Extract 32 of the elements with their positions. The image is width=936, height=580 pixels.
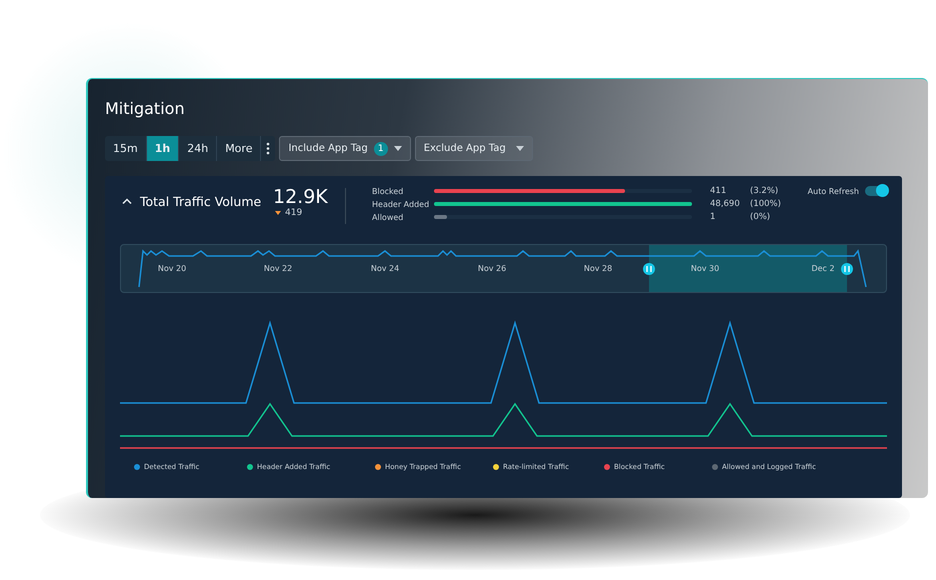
auto-refresh-toggle[interactable]	[865, 186, 887, 196]
metric-share: (3.2%)	[750, 186, 780, 196]
date-label: Dec 2	[811, 264, 835, 273]
collapse-icon[interactable]	[122, 198, 132, 204]
date-label: Nov 24	[370, 264, 400, 273]
date-label: Nov 30	[690, 264, 720, 273]
tag-filter-dropdown[interactable]: Include App Tag 1	[279, 136, 411, 161]
count-badge: 1	[374, 142, 388, 156]
date-label: Nov 28	[584, 264, 612, 273]
tag-filter-dropdown[interactable]: Exclude App Tag	[414, 136, 533, 161]
date-label: Nov 22	[264, 264, 292, 273]
date-label: Nov 26	[478, 264, 506, 273]
date-label: Nov 20	[158, 264, 186, 273]
delta-value: 419	[285, 208, 302, 218]
metric-count: 48,690	[710, 199, 741, 209]
time-range-button[interactable]: More	[217, 136, 262, 161]
timeline-navigator[interactable]: Nov 20 Nov 22 Nov 24 Nov 26 Nov 28 Nov 30 Dec 2	[120, 244, 887, 293]
metric-label: Header Added	[372, 200, 430, 208]
caret-icon	[516, 146, 524, 151]
down-arrow-icon	[275, 211, 281, 215]
metric-count: 411	[710, 186, 728, 196]
panel-title: Total Traffic Volume	[140, 194, 262, 209]
window-title: Mitigation	[105, 99, 186, 118]
metric-count: 1	[710, 212, 716, 222]
metric-label: Allowed	[372, 212, 404, 222]
metric-share: (0%)	[750, 212, 772, 222]
caret-icon	[394, 146, 402, 151]
time-range-button[interactable]: 24h	[179, 136, 218, 161]
total-value: 12.9K	[273, 186, 329, 208]
metric-label: Blocked	[372, 186, 404, 196]
auto-refresh-label: Auto Refresh	[808, 186, 859, 196]
metric-share: (100%)	[750, 199, 782, 209]
